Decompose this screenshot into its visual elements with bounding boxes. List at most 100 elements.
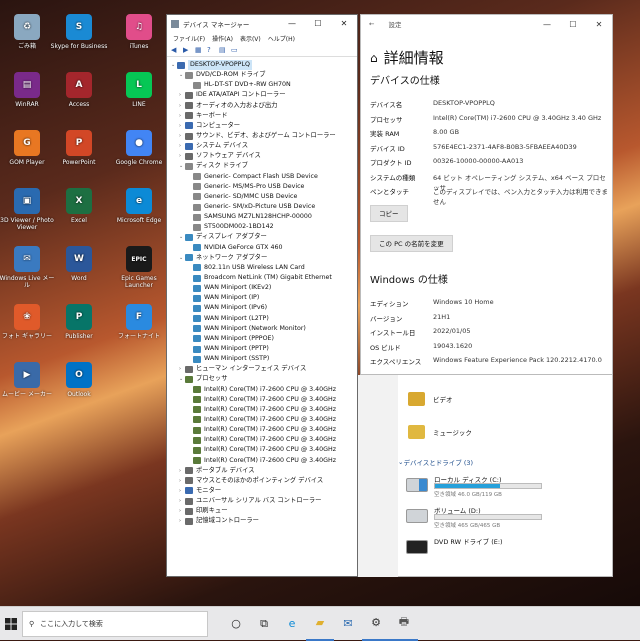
desktop-icon[interactable]: W Word	[49, 246, 109, 282]
tree-item[interactable]: › ポータブル デバイス	[171, 466, 357, 476]
desktop-icon[interactable]: L LINE	[109, 72, 169, 108]
device-icon	[185, 375, 193, 383]
tree-item[interactable]: › システム デバイス	[171, 141, 357, 151]
desktop-icon[interactable]: S Skype for Business	[49, 14, 109, 50]
tree-item[interactable]: Intel(R) Core(TM) i7-2600 CPU @ 3.40GHz	[171, 445, 357, 455]
tree-item[interactable]: ⌄ DESKTOP-VPOPPLQ	[171, 60, 357, 71]
tree-item[interactable]: ⌄ DVD/CD-ROM ドライブ	[171, 70, 357, 80]
forward-arrow-icon[interactable]: ▶	[183, 46, 191, 54]
tree-item[interactable]: HL-DT-ST DVD+-RW GH70N	[171, 80, 357, 90]
tree-item[interactable]: WAN Miniport (L2TP)	[171, 314, 357, 324]
tree-item-label: WAN Miniport (SSTP)	[204, 355, 270, 363]
tree-item[interactable]: › IDE ATA/ATAPI コントローラー	[171, 90, 357, 100]
menu-item[interactable]: ヘルプ(H)	[268, 34, 295, 43]
tree-item[interactable]: Broadcom NetLink (TM) Gigabit Ethernet	[171, 273, 357, 283]
tree-item[interactable]: Intel(R) Core(TM) i7-2600 CPU @ 3.40GHz	[171, 435, 357, 445]
tree-item[interactable]: SAMSUNG MZ7LN128HCHP-00000	[171, 212, 357, 222]
tree-item[interactable]: ST500DM002-1BD142	[171, 222, 357, 232]
edge-icon[interactable]: e	[278, 607, 306, 641]
desktop-icon[interactable]: O Outlook	[49, 362, 109, 398]
tree-item[interactable]: › キーボード	[171, 111, 357, 121]
device-icon	[185, 152, 193, 160]
drive-name: DVD RW ドライブ (E:)	[434, 538, 503, 546]
tree-item[interactable]: Generic- Compact Flash USB Device	[171, 172, 357, 182]
minimize-icon[interactable]: —	[279, 19, 305, 28]
tree-item[interactable]: › ソフトウェア デバイス	[171, 151, 357, 161]
start-button[interactable]	[0, 607, 22, 641]
drive-item[interactable]: ローカル ディスク (C:) 空き領域 46.0 GB/119 GB	[406, 474, 606, 498]
cortana-icon[interactable]: ○	[222, 607, 250, 641]
properties-icon[interactable]: ▦	[195, 46, 203, 54]
tree-item[interactable]: WAN Miniport (IKEv2)	[171, 283, 357, 293]
tree-item[interactable]: WAN Miniport (IPv6)	[171, 303, 357, 313]
tree-item[interactable]: NVIDIA GeForce GTX 460	[171, 243, 357, 253]
drives-heading[interactable]: ⌄ デバイスとドライブ (3)	[398, 457, 473, 467]
desktop-icon[interactable]: EPIC Epic Games Launcher	[109, 246, 169, 289]
tree-item[interactable]: 802.11n USB Wireless LAN Card	[171, 263, 357, 273]
drive-item[interactable]: ボリューム (D:) 空き領域 465 GB/465 GB	[406, 505, 606, 529]
tree-item[interactable]: Intel(R) Core(TM) i7-2600 CPU @ 3.40GHz	[171, 395, 357, 405]
tree-item[interactable]: › モニター	[171, 486, 357, 496]
monitor-icon[interactable]: ▭	[231, 46, 239, 54]
back-icon[interactable]: ←	[369, 20, 374, 28]
tree-item[interactable]: WAN Miniport (PPPOE)	[171, 334, 357, 344]
desktop-icon[interactable]: P PowerPoint	[49, 130, 109, 166]
minimize-icon[interactable]: —	[534, 20, 560, 29]
tree-item[interactable]: › サウンド、ビデオ、およびゲーム コントローラー	[171, 131, 357, 141]
device-icon	[193, 335, 201, 343]
tree-item[interactable]: Intel(R) Core(TM) i7-2600 CPU @ 3.40GHz	[171, 425, 357, 435]
home-icon[interactable]: ⌂	[370, 51, 378, 65]
tree-item[interactable]: Intel(R) Core(TM) i7-2600 CPU @ 3.40GHz	[171, 405, 357, 415]
tree-item[interactable]: WAN Miniport (SSTP)	[171, 354, 357, 364]
tree-item[interactable]: › マウスとそのほかのポインティング デバイス	[171, 476, 357, 486]
menu-item[interactable]: ファイル(F)	[173, 34, 205, 43]
tree-item[interactable]: › コンピューター	[171, 121, 357, 131]
folder-item[interactable]: ミュージック	[408, 425, 472, 439]
update-driver-icon[interactable]: ▤	[219, 46, 227, 54]
menu-item[interactable]: 操作(A)	[212, 34, 233, 43]
close-icon[interactable]: ✕	[586, 20, 612, 29]
tree-item[interactable]: ⌄ ネットワーク アダプター	[171, 253, 357, 263]
tree-item[interactable]: › ヒューマン インターフェイス デバイス	[171, 364, 357, 374]
tree-item[interactable]: ⌄ ディスプレイ アダプター	[171, 232, 357, 242]
task-view-icon[interactable]: ⧉	[250, 607, 278, 641]
tree-item[interactable]: WAN Miniport (IP)	[171, 293, 357, 303]
desktop-icon[interactable]: A Access	[49, 72, 109, 108]
drive-item[interactable]: DVD RW ドライブ (E:)	[406, 536, 606, 560]
tree-item[interactable]: › 記憶域コントローラー	[171, 516, 357, 526]
rename-pc-button[interactable]: この PC の名前を変更	[370, 235, 453, 252]
close-icon[interactable]: ✕	[331, 19, 357, 28]
tree-item[interactable]: ⌄ ディスク ドライブ	[171, 161, 357, 171]
tree-item[interactable]: WAN Miniport (Network Monitor)	[171, 324, 357, 334]
settings-icon[interactable]: ⚙	[362, 607, 390, 641]
mail-icon[interactable]: ✉	[334, 607, 362, 641]
help-icon[interactable]: ?	[207, 46, 215, 54]
back-arrow-icon[interactable]: ◀	[171, 46, 179, 54]
tree-item[interactable]: › オーディオの入力および出力	[171, 101, 357, 111]
desktop-icon[interactable]: X Excel	[49, 188, 109, 224]
tree-item[interactable]: Intel(R) Core(TM) i7-2600 CPU @ 3.40GHz	[171, 415, 357, 425]
desktop-icon[interactable]: e Microsoft Edge	[109, 188, 169, 224]
tree-item[interactable]: › ユニバーサル シリアル バス コントローラー	[171, 496, 357, 506]
folder-item[interactable]: ビデオ	[408, 392, 453, 406]
desktop-icon[interactable]: F フォートナイト	[109, 304, 169, 340]
maximize-icon[interactable]: ☐	[305, 19, 331, 28]
tree-item[interactable]: Intel(R) Core(TM) i7-2600 CPU @ 3.40GHz	[171, 455, 357, 465]
desktop-icon[interactable]: ● Google Chrome	[109, 130, 169, 166]
taskbar-search-box[interactable]: ⚲ ここに入力して検索	[22, 610, 208, 637]
desktop-icon[interactable]: ♫ iTunes	[109, 14, 169, 50]
maximize-icon[interactable]: ☐	[560, 20, 586, 29]
file-explorer-icon[interactable]: ▰	[306, 607, 334, 641]
tree-item[interactable]: WAN Miniport (PPTP)	[171, 344, 357, 354]
tree-item[interactable]: Intel(R) Core(TM) i7-2600 CPU @ 3.40GHz	[171, 385, 357, 395]
tree-item[interactable]: Generic- MS/MS-Pro USB Device	[171, 182, 357, 192]
desktop-icon[interactable]: P Publisher	[49, 304, 109, 340]
tree-item[interactable]: ⌄ プロセッサ	[171, 374, 357, 384]
menu-item[interactable]: 表示(V)	[240, 34, 261, 43]
copy-button[interactable]: コピー	[370, 205, 408, 222]
device-manager-icon[interactable]: 🖶	[390, 607, 418, 641]
tree-item[interactable]: › 印刷キュー	[171, 506, 357, 516]
tree-item[interactable]: Generic- SM/xD-Picture USB Device	[171, 202, 357, 212]
device-icon	[193, 436, 201, 444]
tree-item[interactable]: Generic- SD/MMC USB Device	[171, 192, 357, 202]
